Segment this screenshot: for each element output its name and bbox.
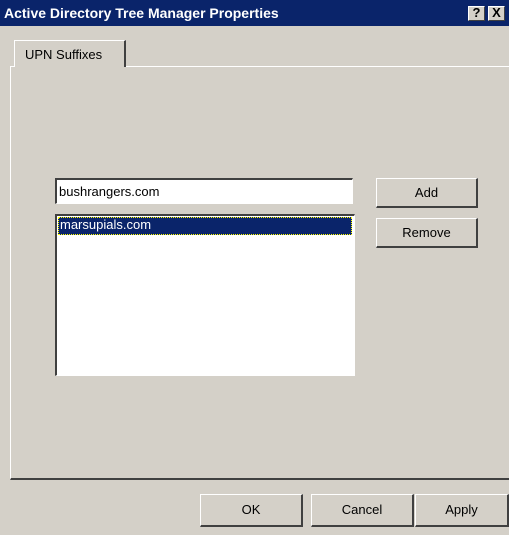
tab-upn-suffixes[interactable]: UPN Suffixes [14,40,126,67]
remove-button[interactable]: Remove [376,218,478,248]
upn-suffix-input[interactable] [55,178,353,204]
tab-label: UPN Suffixes [25,47,103,62]
list-item[interactable]: marsupials.com [58,217,352,235]
apply-button[interactable]: Apply [415,494,509,527]
cancel-button[interactable]: Cancel [311,494,414,527]
ok-button[interactable]: OK [200,494,303,527]
upn-suffix-list[interactable]: marsupials.com [55,214,355,376]
window-title: Active Directory Tree Manager Properties [4,5,279,21]
close-button[interactable]: X [488,6,505,21]
add-button[interactable]: Add [376,178,478,208]
title-bar[interactable]: Active Directory Tree Manager Properties… [0,0,509,26]
help-button[interactable]: ? [468,6,485,21]
